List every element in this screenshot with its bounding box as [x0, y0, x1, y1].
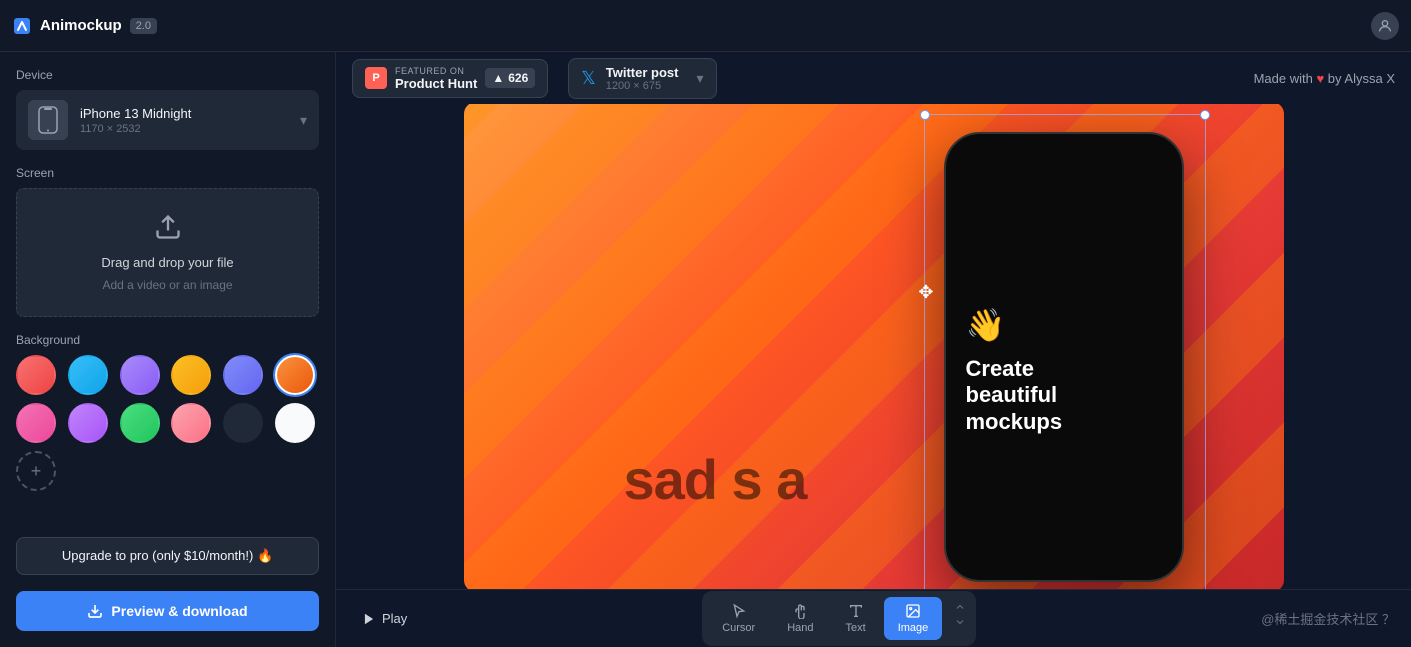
- swatch-white[interactable]: [275, 403, 315, 443]
- swatch-grid: +: [16, 355, 319, 491]
- twitter-dims: 1200 × 675: [606, 80, 679, 92]
- producthunt-icon: P: [365, 67, 387, 89]
- swatch-violet[interactable]: [68, 403, 108, 443]
- phone-headline-line2: beautiful: [966, 382, 1058, 407]
- tab-hand[interactable]: Hand: [773, 597, 827, 640]
- canvas-text-overlay: sad s a: [624, 447, 807, 512]
- tab-cursor[interactable]: Cursor: [708, 597, 769, 640]
- swatch-yellow[interactable]: [171, 355, 211, 395]
- preview-label: Preview & download: [111, 603, 247, 619]
- download-icon: [87, 603, 103, 619]
- phone-mockup[interactable]: 👋 Create beautiful mockups: [944, 132, 1184, 582]
- upvote-arrow-icon: ▲: [492, 71, 504, 85]
- screen-section-label: Screen: [16, 166, 319, 180]
- ph-product-name: Product Hunt: [395, 76, 477, 91]
- background-section: Background +: [16, 333, 319, 491]
- device-name: iPhone 13 Midnight: [80, 106, 288, 121]
- upload-secondary-text: Add a video or an image: [102, 278, 232, 292]
- tool-tabs: Cursor Hand Text: [702, 591, 976, 646]
- ph-upvotes: ▲ 626: [485, 68, 535, 88]
- tab-text[interactable]: Text: [832, 597, 880, 640]
- play-button[interactable]: Play: [352, 605, 417, 632]
- topbar: Animockup 2.0: [0, 0, 1411, 52]
- phone-headline: Create beautiful mockups: [966, 356, 1063, 435]
- swatch-indigo[interactable]: [223, 355, 263, 395]
- device-thumbnail: [28, 100, 68, 140]
- phone-thumbnail-icon: [37, 106, 59, 134]
- image-label: Image: [898, 622, 929, 634]
- phone-content: 👋 Create beautiful mockups: [946, 162, 1182, 580]
- swatch-orange[interactable]: [275, 355, 315, 395]
- background-section-label: Background: [16, 333, 319, 347]
- swatch-blue[interactable]: [68, 355, 108, 395]
- play-label: Play: [382, 611, 407, 626]
- text-label: Text: [846, 622, 866, 634]
- swatch-red[interactable]: [16, 355, 56, 395]
- image-tab-icon: [905, 603, 921, 619]
- profile-button[interactable]: [1371, 12, 1399, 40]
- upload-icon: [154, 213, 182, 247]
- canvas-area: P FEATURED ON Product Hunt ▲ 626 𝕏 Twitt…: [336, 52, 1411, 647]
- tab-image[interactable]: Image: [884, 597, 943, 640]
- device-dims: 1170 × 2532: [80, 123, 288, 135]
- upgrade-button[interactable]: Upgrade to pro (only $10/month!) 🔥: [16, 537, 319, 575]
- producthunt-text-group: FEATURED ON Product Hunt: [395, 66, 477, 91]
- canvas-content[interactable]: sad s a: [336, 104, 1411, 589]
- twitter-badge[interactable]: 𝕏 Twitter post 1200 × 675 ▾: [568, 58, 716, 99]
- device-selector[interactable]: iPhone 13 Midnight 1170 × 2532 ▾: [16, 90, 319, 150]
- community-tag: @稀土掘金技术社区 ？: [1261, 609, 1395, 628]
- made-with-text: Made with ♥ by Alyssa X: [1254, 71, 1395, 86]
- text-tab-icon: [848, 603, 864, 619]
- play-icon: [362, 612, 376, 626]
- swatch-purple[interactable]: [120, 355, 160, 395]
- animockup-logo-icon: [12, 16, 32, 36]
- app-name: Animockup: [40, 17, 122, 34]
- swatch-pink[interactable]: [16, 403, 56, 443]
- sidebar: Device iPhone 13 Midnight 1170 × 2532 ▾: [0, 52, 336, 647]
- upvote-count: 626: [508, 71, 528, 85]
- chevron-up-icon: [954, 601, 966, 613]
- logo-area: Animockup 2.0: [12, 16, 157, 36]
- made-by-label: by Alyssa X: [1328, 71, 1395, 86]
- phone-headline-line1: Create: [966, 356, 1034, 381]
- mockup-canvas[interactable]: sad s a: [464, 104, 1284, 589]
- hand-label: Hand: [787, 622, 813, 634]
- device-info: iPhone 13 Midnight 1170 × 2532: [80, 106, 288, 135]
- made-with-label: Made with: [1254, 71, 1313, 86]
- canvas-topbar: P FEATURED ON Product Hunt ▲ 626 𝕏 Twitt…: [336, 52, 1411, 104]
- device-section: Device iPhone 13 Midnight 1170 × 2532 ▾: [16, 68, 319, 150]
- producthunt-badge[interactable]: P FEATURED ON Product Hunt ▲ 626: [352, 59, 548, 98]
- tool-expand-button[interactable]: [950, 597, 970, 640]
- twitter-info: Twitter post 1200 × 675: [606, 65, 679, 92]
- preview-download-button[interactable]: Preview & download: [16, 591, 319, 631]
- phone-emoji: 👋: [966, 306, 1006, 344]
- swatch-dark[interactable]: [223, 403, 263, 443]
- twitter-dropdown-chevron-icon: ▾: [696, 70, 703, 87]
- main-layout: Device iPhone 13 Midnight 1170 × 2532 ▾: [0, 52, 1411, 647]
- upload-primary-text: Drag and drop your file: [101, 255, 233, 270]
- screen-upload-area[interactable]: Drag and drop your file Add a video or a…: [16, 188, 319, 317]
- swatch-add-button[interactable]: +: [16, 451, 56, 491]
- cursor-tab-icon: [731, 603, 747, 619]
- chevron-down-icon: [954, 616, 966, 628]
- twitter-icon: 𝕏: [581, 68, 596, 89]
- swatch-rose[interactable]: [171, 403, 211, 443]
- canvas-bottom-toolbar: Play Cursor Hand: [336, 589, 1411, 647]
- swatch-green[interactable]: [120, 403, 160, 443]
- heart-icon: ♥: [1316, 71, 1327, 86]
- twitter-post-name: Twitter post: [606, 65, 679, 80]
- ph-featured-text: FEATURED ON: [395, 66, 477, 76]
- hand-tab-icon: [792, 603, 808, 619]
- device-dropdown-chevron-icon: ▾: [300, 112, 307, 129]
- version-badge: 2.0: [130, 18, 157, 34]
- device-section-label: Device: [16, 68, 319, 82]
- phone-headline-line3: mockups: [966, 409, 1063, 434]
- screen-section: Screen Drag and drop your file Add a vid…: [16, 166, 319, 317]
- community-tag-text: @稀土掘金技术社区 ？: [1261, 609, 1395, 628]
- phone-notch: [1014, 138, 1114, 162]
- cursor-label: Cursor: [722, 622, 755, 634]
